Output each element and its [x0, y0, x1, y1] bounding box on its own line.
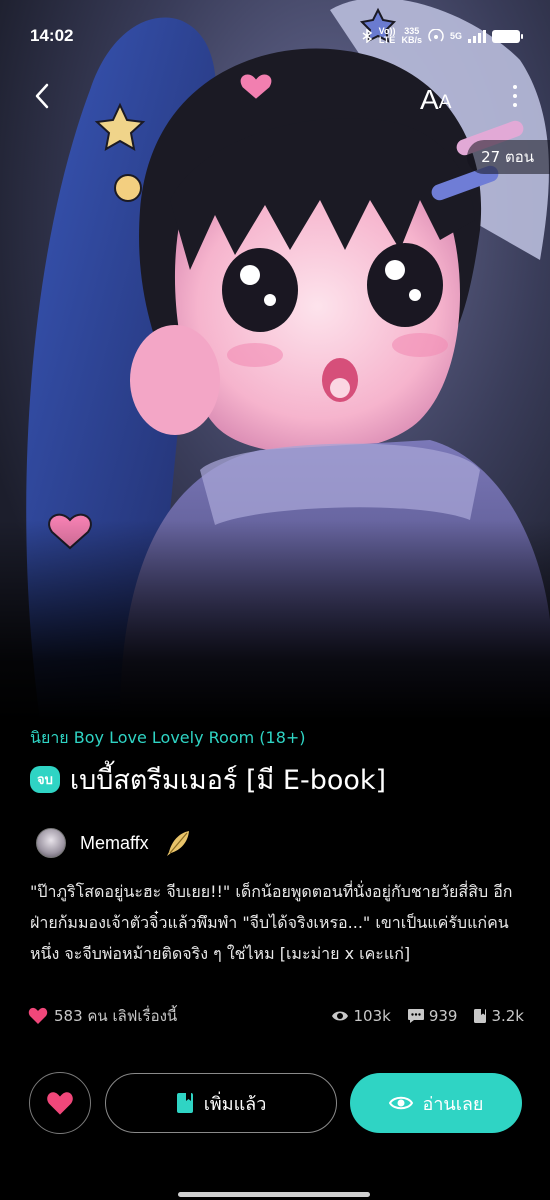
back-button[interactable] — [22, 76, 62, 116]
likes-text: 583 คน เลิฟเรื่องนี้ — [54, 1007, 178, 1025]
signal-icon — [468, 29, 486, 43]
bluetooth-icon — [362, 29, 372, 43]
completed-badge: จบ — [30, 766, 60, 793]
status-bar: 14:02 Vo)) LTE 335 KB/s 5G — [0, 0, 550, 72]
network-type: 5G — [449, 30, 462, 41]
chevron-left-icon — [35, 83, 49, 109]
book-icon — [176, 1093, 193, 1113]
speed-unit: KB/s — [401, 35, 422, 45]
bookmarks-count: 3.2k — [491, 1007, 524, 1025]
author-name[interactable]: Memaffx — [80, 833, 149, 854]
like-button[interactable] — [29, 1072, 91, 1134]
status-indicators: Vo)) LTE 335 KB/s 5G — [361, 27, 523, 45]
eye-icon — [332, 1011, 349, 1021]
author-row[interactable]: Memaffx — [36, 828, 193, 858]
cover-image — [0, 0, 550, 720]
volte-bottom: LTE — [378, 35, 396, 45]
font-size-label-small: A — [438, 92, 452, 113]
network-label: 5G — [449, 30, 462, 41]
bookmarks-stat: 3.2k — [473, 1007, 524, 1025]
stats-row: 583 คน เลิฟเรื่องนี้ 103k 939 3.2k — [28, 1004, 524, 1028]
comment-icon — [407, 1009, 424, 1023]
views-stat: 103k — [331, 1007, 391, 1025]
font-size-button[interactable]: A A — [420, 78, 451, 114]
read-now-button[interactable]: อ่านเลย — [350, 1073, 522, 1133]
heart-icon — [47, 1091, 73, 1115]
eye-icon — [388, 1096, 413, 1110]
views-count: 103k — [353, 1007, 391, 1025]
counts-stat: 103k 939 3.2k — [321, 1007, 524, 1025]
more-options-button[interactable] — [500, 78, 530, 114]
book-icon — [474, 1009, 487, 1023]
feather-icon — [166, 831, 189, 856]
title-row: จบ เบบี้สตรีมเมอร์ [มี E-book] — [30, 758, 386, 801]
battery-icon — [492, 29, 523, 43]
cover-gradient — [0, 520, 550, 720]
status-time: 14:02 — [30, 26, 74, 45]
genre-label[interactable]: นิยาย Boy Love Lovely Room (18+) — [30, 726, 306, 751]
episode-count-badge: 27 ตอน — [467, 140, 550, 174]
author-avatar[interactable] — [36, 828, 66, 858]
home-indicator[interactable] — [178, 1192, 370, 1197]
hotspot-icon — [428, 29, 444, 42]
comments-count: 939 — [428, 1007, 458, 1025]
volte-indicator: Vo)) LTE — [379, 27, 396, 45]
more-vertical-icon — [513, 85, 517, 89]
heart-icon — [28, 1007, 48, 1024]
comments-stat: 939 — [407, 1007, 458, 1025]
added-label: เพิ่มแล้ว — [203, 1093, 267, 1115]
font-size-label-big: A — [420, 84, 439, 115]
novel-description: "ป๊าภูริโสดอยู่นะฮะ จีบเยย!!" เด็กน้อยพู… — [30, 882, 513, 963]
likes-stat: 583 คน เลิฟเรื่องนี้ — [28, 1004, 177, 1028]
read-label: อ่านเลย — [422, 1093, 484, 1115]
added-to-library-button[interactable]: เพิ่มแล้ว — [105, 1073, 337, 1133]
network-speed: 335 KB/s — [401, 27, 422, 45]
novel-title: เบบี้สตรีมเมอร์ [มี E-book] — [69, 765, 387, 796]
